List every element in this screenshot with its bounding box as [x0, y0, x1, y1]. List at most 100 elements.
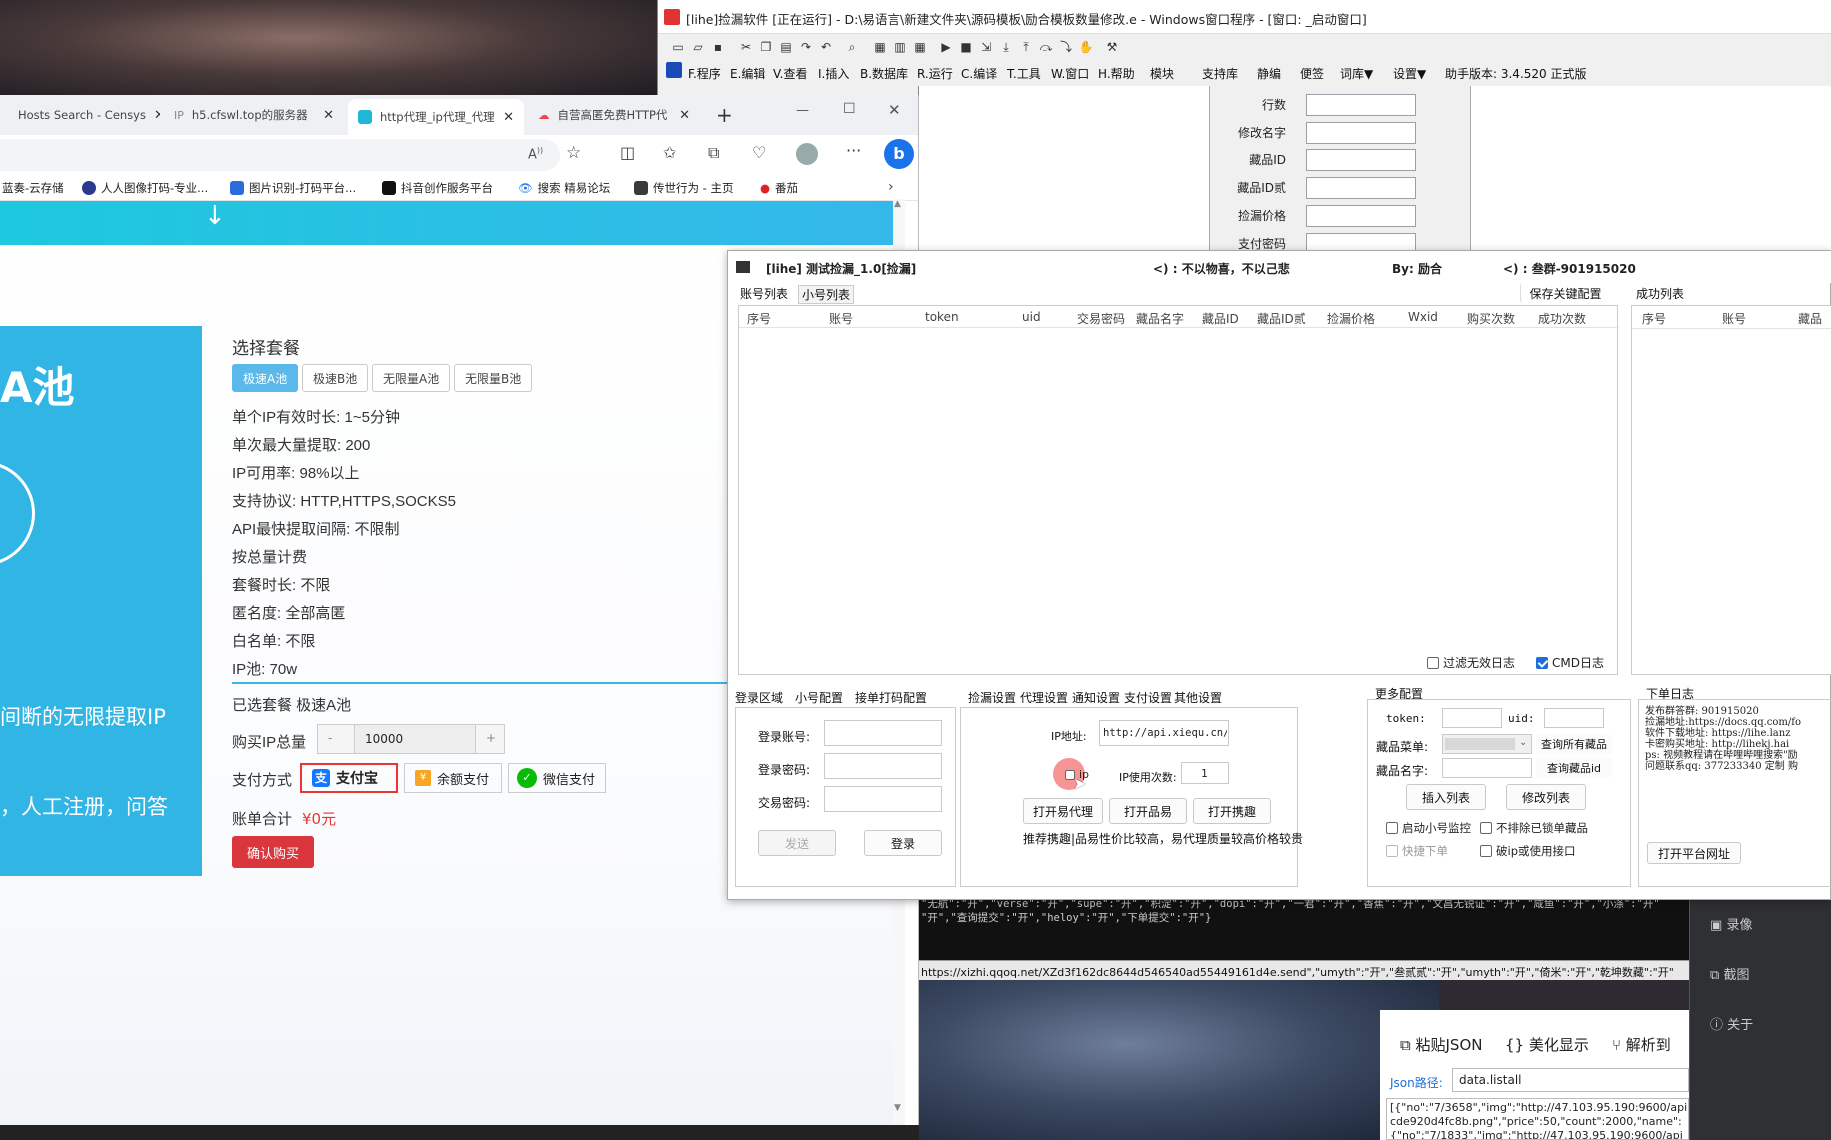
- pay-alipay[interactable]: 支 支付宝: [300, 763, 398, 793]
- close-window-button[interactable]: ✕: [888, 101, 901, 119]
- redo-icon[interactable]: ↷: [798, 39, 814, 55]
- bookmark-chuanshi[interactable]: 传世行为 - 主页: [634, 175, 733, 201]
- record-button[interactable]: ▣ 录像: [1710, 914, 1752, 933]
- layout3-icon[interactable]: ▦: [912, 39, 928, 55]
- tab-other-settings[interactable]: 其他设置: [1174, 689, 1222, 706]
- menu-tools[interactable]: T.工具: [1007, 65, 1041, 82]
- tab-free-http[interactable]: ☁ 自营高匿免费HTTP代 ✕: [528, 95, 700, 135]
- paste-json-button[interactable]: ⧉ 粘贴JSON: [1400, 1034, 1482, 1055]
- undo-icon[interactable]: ↶: [818, 39, 834, 55]
- login-button[interactable]: 登录: [864, 830, 942, 856]
- copy-icon[interactable]: ❐: [758, 39, 774, 55]
- extensions-icon[interactable]: ♡: [752, 143, 766, 162]
- package-unlimited-a[interactable]: 无限量A池: [372, 364, 451, 392]
- open-yidaili-button[interactable]: 打开易代理: [1023, 798, 1103, 824]
- menu-help[interactable]: H.帮助: [1098, 65, 1135, 82]
- tab-captcha-config[interactable]: 接单打码配置: [855, 689, 927, 706]
- tab-success-list[interactable]: 成功列表: [1636, 285, 1684, 302]
- bookmark-fanqie[interactable]: ● 番茄: [760, 175, 798, 201]
- profile-avatar[interactable]: [796, 143, 818, 165]
- bookmark-douyin[interactable]: 抖音创作服务平台: [382, 175, 493, 201]
- menu-notes[interactable]: 便签: [1300, 65, 1324, 82]
- menu-thesaurus[interactable]: 词库▼: [1340, 65, 1373, 82]
- account-table[interactable]: 序号 账号 token uid 交易密码 藏品名字 藏品ID 藏品ID贰 捡漏价…: [738, 305, 1619, 675]
- close-icon[interactable]: ✕: [679, 108, 690, 123]
- tab-censys[interactable]: Hosts Search - Censys ✕: [0, 95, 160, 135]
- package-fast-a[interactable]: 极速A池: [232, 364, 299, 392]
- form-input-rows[interactable]: [1306, 94, 1416, 116]
- tab-notify-settings[interactable]: 通知设置: [1072, 689, 1120, 706]
- open-icon[interactable]: ▱: [690, 39, 706, 55]
- query-all-items-button[interactable]: 查询所有藏品: [1536, 734, 1612, 754]
- menu-window[interactable]: W.窗口: [1051, 65, 1089, 82]
- break-ip-checkbox[interactable]: 破ip或使用接口: [1480, 843, 1576, 859]
- json-output[interactable]: [{"no":"7/3658","img":"http://47.103.95.…: [1386, 1098, 1689, 1140]
- compile-icon[interactable]: ⚒: [1104, 39, 1120, 55]
- item-name-input[interactable]: [1442, 758, 1532, 778]
- layout1-icon[interactable]: ▦: [872, 39, 888, 55]
- run-icon[interactable]: ▶: [938, 39, 954, 55]
- form-input-price[interactable]: [1306, 205, 1416, 227]
- confirm-purchase-button[interactable]: 确认购买: [232, 836, 314, 868]
- query-item-id-button[interactable]: 查询藏品id: [1536, 758, 1612, 778]
- new-file-icon[interactable]: ▭: [670, 39, 686, 55]
- scroll-down-icon[interactable]: ▼: [894, 1103, 901, 1113]
- open-xiequ-button[interactable]: 打开携趣: [1193, 798, 1271, 824]
- send-button[interactable]: 发送: [758, 830, 836, 856]
- tab-proxy-settings[interactable]: 代理设置: [1020, 689, 1068, 706]
- hand-icon[interactable]: ✋: [1078, 39, 1094, 55]
- open-pinyi-button[interactable]: 打开品易: [1109, 798, 1187, 824]
- menu-module[interactable]: 模块: [1150, 65, 1174, 82]
- json-path-input[interactable]: data.listall: [1452, 1068, 1689, 1092]
- paste-icon[interactable]: ▤: [778, 39, 794, 55]
- tab-sub-account-list[interactable]: 小号列表: [798, 285, 855, 304]
- bookmark-lanzou[interactable]: 蓝奏-云存储: [2, 175, 64, 201]
- menu-insert[interactable]: I.插入: [818, 65, 849, 82]
- about-button[interactable]: ⓘ 关于: [1710, 1014, 1753, 1033]
- menu-compile[interactable]: C.编译: [961, 65, 997, 82]
- trade-password-input[interactable]: [824, 786, 942, 812]
- parse-button[interactable]: ⑂ 解析到: [1612, 1034, 1671, 1055]
- login-password-input[interactable]: [824, 753, 942, 779]
- cmd-log-checkbox[interactable]: CMD日志: [1536, 654, 1604, 671]
- save-config-button[interactable]: 保存关键配置: [1520, 283, 1610, 303]
- layout2-icon[interactable]: ▥: [892, 39, 908, 55]
- step-into-icon[interactable]: ⤓: [998, 39, 1014, 55]
- bookmarks-more-icon[interactable]: ›: [888, 179, 894, 195]
- success-table[interactable]: 序号 账号 藏品: [1631, 305, 1831, 675]
- menu-static[interactable]: 静编: [1257, 65, 1281, 82]
- package-fast-b[interactable]: 极速B池: [302, 364, 369, 392]
- menu-settings[interactable]: 设置▼: [1393, 65, 1426, 82]
- bing-icon[interactable]: b: [884, 139, 914, 169]
- bookmark-renren[interactable]: 人人图像打码-专业...: [82, 175, 208, 201]
- favorite-icon[interactable]: ☆: [566, 143, 581, 163]
- sub-monitor-checkbox[interactable]: 启动小号监控: [1386, 820, 1471, 836]
- form-input-name[interactable]: [1306, 122, 1416, 144]
- quantity-stepper[interactable]: - 10000 +: [317, 724, 505, 754]
- tab-cfswl[interactable]: IP h5.cfswl.top的服务器 ✕: [164, 95, 344, 135]
- menu-support-lib[interactable]: 支持库: [1202, 65, 1238, 82]
- tab-http-proxy[interactable]: http代理_ip代理_代理 ✕: [348, 99, 524, 135]
- login-account-input[interactable]: [824, 720, 942, 746]
- debug-icon[interactable]: ⤵: [1058, 39, 1074, 55]
- split-screen-icon[interactable]: ◫: [620, 143, 635, 162]
- find-icon[interactable]: ⌕: [844, 39, 860, 55]
- scroll-up-icon[interactable]: ▲: [894, 199, 901, 209]
- favorites-icon[interactable]: ✩: [663, 143, 676, 162]
- tab-snipe-settings[interactable]: 捡漏设置: [968, 689, 1016, 706]
- close-icon[interactable]: ✕: [503, 110, 514, 125]
- step-out-icon[interactable]: ⤒: [1018, 39, 1034, 55]
- form-input-id[interactable]: [1306, 149, 1416, 171]
- beautify-button[interactable]: {} 美化显示: [1505, 1034, 1589, 1055]
- menu-program[interactable]: F.程序: [688, 65, 721, 82]
- exclude-locked-checkbox[interactable]: 不排除已锁单藏品: [1480, 820, 1588, 836]
- menu-run[interactable]: R.运行: [917, 65, 953, 82]
- order-log-box[interactable]: 发布群答群: 901915020 捡漏地址:https://docs.qq.co…: [1638, 699, 1831, 887]
- close-icon[interactable]: ✕: [323, 108, 334, 123]
- step-over-icon[interactable]: ⤼: [1038, 39, 1054, 55]
- tab-sub-config[interactable]: 小号配置: [795, 689, 843, 706]
- menu-edit[interactable]: E.编辑: [730, 65, 765, 82]
- address-bar[interactable]: [0, 139, 560, 171]
- close-icon[interactable]: ✕: [154, 108, 160, 123]
- cut-icon[interactable]: ✂: [738, 39, 754, 55]
